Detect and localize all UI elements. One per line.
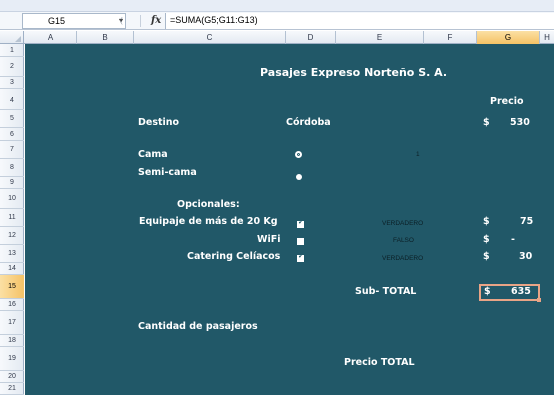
row-header[interactable]: 21 — [0, 383, 24, 395]
option-label: WiFi — [257, 234, 281, 245]
option-flag: VERDADERO — [382, 255, 424, 262]
checkmark-icon: ✓ — [298, 253, 304, 260]
name-box[interactable]: G15 ▾ — [22, 13, 126, 29]
cama-radio[interactable] — [295, 151, 302, 158]
semicama-label: Semi-cama — [138, 167, 197, 178]
row-header[interactable]: 11 — [0, 209, 24, 227]
column-header[interactable]: B — [77, 31, 134, 44]
option-flag: FALSO — [393, 237, 414, 244]
option-currency: $ — [483, 216, 490, 227]
column-headers: A B C D E F G H — [0, 31, 554, 44]
row-header[interactable]: 13 — [0, 245, 24, 263]
option-price: 30 — [519, 251, 533, 262]
formula-bar-divider — [140, 15, 141, 27]
row-header[interactable]: 7 — [0, 141, 24, 159]
column-header[interactable]: H — [540, 31, 554, 44]
row-header[interactable]: 1 — [0, 44, 24, 57]
subtotal-label: Sub- TOTAL — [355, 286, 417, 297]
column-header[interactable]: D — [286, 31, 336, 44]
opcionales-label: Opcionales: — [177, 199, 240, 210]
row-header[interactable]: 6 — [0, 128, 24, 141]
destino-price: 530 — [510, 117, 530, 128]
precio-header: Precio — [490, 96, 524, 107]
column-header[interactable]: E — [336, 31, 424, 44]
row-header-selected[interactable]: 15 — [0, 275, 24, 299]
row-header[interactable]: 14 — [0, 263, 24, 275]
row-header[interactable]: 18 — [0, 335, 24, 347]
destino-value[interactable]: Córdoba — [286, 117, 331, 128]
row-header[interactable]: 19 — [0, 347, 24, 371]
row-header[interactable]: 2 — [0, 57, 24, 77]
subtotal-currency: $ — [484, 286, 491, 297]
row-header[interactable]: 5 — [0, 110, 24, 128]
fill-handle[interactable] — [537, 298, 541, 302]
row-header[interactable]: 17 — [0, 311, 24, 335]
seat-index-value: 1 — [416, 151, 420, 158]
option-price: - — [511, 234, 515, 245]
name-box-value: G15 — [48, 16, 66, 26]
option-label: Equipaje de más de 20 Kg — [139, 216, 278, 227]
row-header[interactable]: 20 — [0, 371, 24, 383]
formula-input[interactable]: =SUMA(G5;G11:G13) — [165, 13, 554, 29]
formula-bar: G15 ▾ ( fx =SUMA(G5;G11:G13) — [0, 12, 554, 30]
ribbon-bottom-strip — [0, 0, 554, 12]
row-header[interactable]: 10 — [0, 189, 24, 209]
row-header[interactable]: 12 — [0, 227, 24, 245]
insert-function-icon[interactable]: fx — [151, 12, 161, 29]
worksheet-area[interactable]: Pasajes Expreso Norteño S. A. Precio Des… — [25, 44, 554, 395]
equipaje-checkbox[interactable]: ✓ — [297, 219, 304, 228]
sheet-title: Pasajes Expreso Norteño S. A. — [260, 66, 448, 79]
cama-label: Cama — [138, 149, 168, 160]
formula-cancel-icon[interactable]: ( — [120, 12, 123, 29]
option-label: Catering Celíacos — [187, 251, 281, 262]
column-header[interactable]: A — [25, 31, 77, 44]
row-headers: 1 2 3 4 5 6 7 8 9 10 11 12 13 14 15 16 1… — [0, 44, 24, 395]
column-header-selected[interactable]: G — [477, 31, 540, 44]
row-header[interactable]: 16 — [0, 299, 24, 311]
wifi-checkbox[interactable] — [297, 238, 304, 245]
subtotal-value[interactable]: 635 — [511, 286, 531, 297]
destino-currency: $ — [483, 117, 490, 128]
option-price: 75 — [520, 216, 534, 227]
destino-label: Destino — [138, 117, 180, 128]
row-header[interactable]: 3 — [0, 77, 24, 89]
column-header[interactable]: F — [424, 31, 477, 44]
semicama-radio[interactable] — [296, 174, 302, 180]
select-all-icon — [15, 36, 21, 42]
option-currency: $ — [483, 251, 490, 262]
precio-total-label: Precio TOTAL — [344, 357, 415, 368]
select-all-corner[interactable] — [0, 31, 24, 44]
checkmark-icon: ✓ — [298, 219, 304, 226]
row-header[interactable]: 9 — [0, 177, 24, 189]
column-header[interactable]: C — [134, 31, 286, 44]
row-header[interactable]: 4 — [0, 89, 24, 110]
cantidad-pasajeros-label: Cantidad de pasajeros — [138, 321, 258, 332]
row-header[interactable]: 8 — [0, 159, 24, 177]
catering-checkbox[interactable]: ✓ — [297, 253, 304, 262]
option-flag: VERDADERO — [382, 220, 424, 227]
option-currency: $ — [483, 234, 490, 245]
